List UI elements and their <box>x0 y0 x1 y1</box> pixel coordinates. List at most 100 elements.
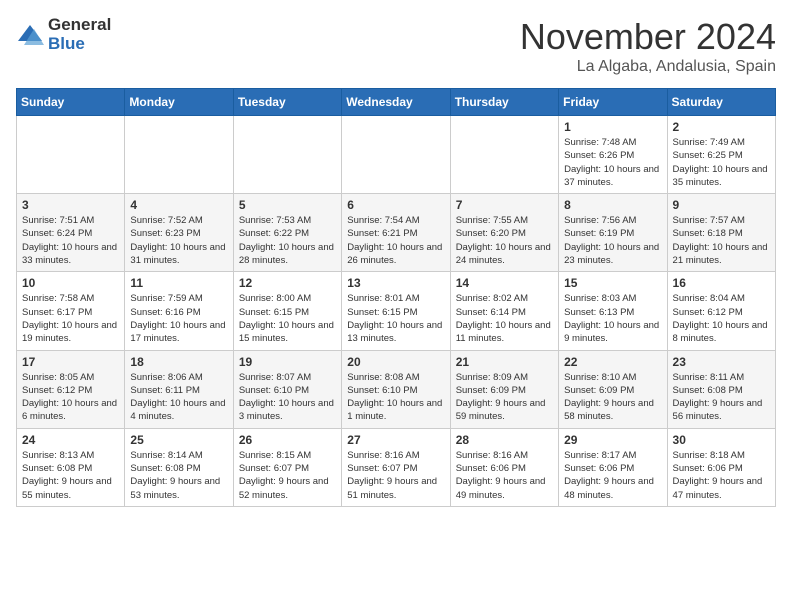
day-info: Sunrise: 8:17 AM Sunset: 6:06 PM Dayligh… <box>564 449 661 502</box>
day-info: Sunrise: 8:07 AM Sunset: 6:10 PM Dayligh… <box>239 371 336 424</box>
calendar-cell <box>233 116 341 194</box>
calendar-cell: 11 Sunrise: 7:59 AM Sunset: 6:16 PM Dayli… <box>125 272 233 350</box>
calendar-cell: 25 Sunrise: 8:14 AM Sunset: 6:08 PM Dayli… <box>125 428 233 506</box>
day-number: 15 <box>564 276 661 290</box>
calendar-cell: 16Sunrise: 8:04 AM Sunset: 6:12 PM Dayli… <box>667 272 775 350</box>
calendar-cell <box>17 116 125 194</box>
day-info: Sunrise: 7:59 AM Sunset: 6:16 PM Dayligh… <box>130 292 227 345</box>
calendar-cell: 2Sunrise: 7:49 AM Sunset: 6:25 PM Daylig… <box>667 116 775 194</box>
day-info: Sunrise: 7:55 AM Sunset: 6:20 PM Dayligh… <box>456 214 553 267</box>
weekday-header-thursday: Thursday <box>450 89 558 116</box>
day-number: 14 <box>456 276 553 290</box>
day-info: Sunrise: 8:09 AM Sunset: 6:09 PM Dayligh… <box>456 371 553 424</box>
calendar-cell: 18 Sunrise: 8:06 AM Sunset: 6:11 PM Dayli… <box>125 350 233 428</box>
day-info: Sunrise: 7:58 AM Sunset: 6:17 PM Dayligh… <box>22 292 119 345</box>
day-info: Sunrise: 8:00 AM Sunset: 6:15 PM Dayligh… <box>239 292 336 345</box>
page-header: General Blue November 2024 La Algaba, An… <box>16 16 776 76</box>
day-number: 24 <box>22 433 119 447</box>
calendar-cell <box>450 116 558 194</box>
calendar-cell: 10 Sunrise: 7:58 AM Sunset: 6:17 PM Dayli… <box>17 272 125 350</box>
weekday-header-tuesday: Tuesday <box>233 89 341 116</box>
calendar-cell: 1Sunrise: 7:48 AM Sunset: 6:26 PM Daylig… <box>559 116 667 194</box>
logo-text: General Blue <box>48 16 111 53</box>
calendar-week-1: 1Sunrise: 7:48 AM Sunset: 6:26 PM Daylig… <box>17 116 776 194</box>
day-info: Sunrise: 8:03 AM Sunset: 6:13 PM Dayligh… <box>564 292 661 345</box>
day-number: 27 <box>347 433 444 447</box>
calendar-cell: 23 Sunrise: 8:11 AM Sunset: 6:08 PM Dayli… <box>667 350 775 428</box>
day-number: 17 <box>22 355 119 369</box>
weekday-header-wednesday: Wednesday <box>342 89 450 116</box>
day-number: 5 <box>239 198 336 212</box>
weekday-header-monday: Monday <box>125 89 233 116</box>
day-number: 21 <box>456 355 553 369</box>
logo-blue: Blue <box>48 35 111 54</box>
day-number: 12 <box>239 276 336 290</box>
calendar-cell: 26 Sunrise: 8:15 AM Sunset: 6:07 PM Dayli… <box>233 428 341 506</box>
day-info: Sunrise: 7:49 AM Sunset: 6:25 PM Dayligh… <box>673 136 770 189</box>
calendar-cell: 17 Sunrise: 8:05 AM Sunset: 6:12 PM Dayli… <box>17 350 125 428</box>
logo-icon <box>16 21 44 49</box>
day-info: Sunrise: 8:04 AM Sunset: 6:12 PM Dayligh… <box>673 292 770 345</box>
day-number: 29 <box>564 433 661 447</box>
day-number: 19 <box>239 355 336 369</box>
day-number: 22 <box>564 355 661 369</box>
day-number: 8 <box>564 198 661 212</box>
day-number: 10 <box>22 276 119 290</box>
location: La Algaba, Andalusia, Spain <box>520 58 776 76</box>
calendar-cell: 12 Sunrise: 8:00 AM Sunset: 6:15 PM Dayli… <box>233 272 341 350</box>
day-info: Sunrise: 8:13 AM Sunset: 6:08 PM Dayligh… <box>22 449 119 502</box>
calendar-header-row: SundayMondayTuesdayWednesdayThursdayFrid… <box>17 89 776 116</box>
month-title: November 2024 <box>520 16 776 58</box>
calendar-cell: 21 Sunrise: 8:09 AM Sunset: 6:09 PM Dayli… <box>450 350 558 428</box>
calendar-cell: 8 Sunrise: 7:56 AM Sunset: 6:19 PM Daylig… <box>559 194 667 272</box>
calendar-week-2: 3Sunrise: 7:51 AM Sunset: 6:24 PM Daylig… <box>17 194 776 272</box>
day-number: 30 <box>673 433 770 447</box>
day-info: Sunrise: 8:01 AM Sunset: 6:15 PM Dayligh… <box>347 292 444 345</box>
day-info: Sunrise: 8:16 AM Sunset: 6:06 PM Dayligh… <box>456 449 553 502</box>
day-info: Sunrise: 8:11 AM Sunset: 6:08 PM Dayligh… <box>673 371 770 424</box>
day-info: Sunrise: 8:16 AM Sunset: 6:07 PM Dayligh… <box>347 449 444 502</box>
day-info: Sunrise: 8:14 AM Sunset: 6:08 PM Dayligh… <box>130 449 227 502</box>
calendar-cell: 30 Sunrise: 8:18 AM Sunset: 6:06 PM Dayli… <box>667 428 775 506</box>
day-info: Sunrise: 7:56 AM Sunset: 6:19 PM Dayligh… <box>564 214 661 267</box>
calendar-cell: 27 Sunrise: 8:16 AM Sunset: 6:07 PM Dayli… <box>342 428 450 506</box>
day-number: 9 <box>673 198 770 212</box>
calendar-week-4: 17 Sunrise: 8:05 AM Sunset: 6:12 PM Dayli… <box>17 350 776 428</box>
day-info: Sunrise: 8:06 AM Sunset: 6:11 PM Dayligh… <box>130 371 227 424</box>
weekday-header-saturday: Saturday <box>667 89 775 116</box>
calendar-cell: 14Sunrise: 8:02 AM Sunset: 6:14 PM Dayli… <box>450 272 558 350</box>
day-number: 6 <box>347 198 444 212</box>
calendar-cell: 24 Sunrise: 8:13 AM Sunset: 6:08 PM Dayli… <box>17 428 125 506</box>
calendar-cell: 3Sunrise: 7:51 AM Sunset: 6:24 PM Daylig… <box>17 194 125 272</box>
calendar-cell: 28 Sunrise: 8:16 AM Sunset: 6:06 PM Dayli… <box>450 428 558 506</box>
calendar-cell: 29 Sunrise: 8:17 AM Sunset: 6:06 PM Dayli… <box>559 428 667 506</box>
calendar-cell: 7Sunrise: 7:55 AM Sunset: 6:20 PM Daylig… <box>450 194 558 272</box>
day-info: Sunrise: 8:15 AM Sunset: 6:07 PM Dayligh… <box>239 449 336 502</box>
day-number: 28 <box>456 433 553 447</box>
calendar-cell: 22 Sunrise: 8:10 AM Sunset: 6:09 PM Dayli… <box>559 350 667 428</box>
calendar-week-3: 10 Sunrise: 7:58 AM Sunset: 6:17 PM Dayli… <box>17 272 776 350</box>
day-number: 23 <box>673 355 770 369</box>
day-number: 26 <box>239 433 336 447</box>
day-number: 18 <box>130 355 227 369</box>
calendar-cell: 9Sunrise: 7:57 AM Sunset: 6:18 PM Daylig… <box>667 194 775 272</box>
day-number: 1 <box>564 120 661 134</box>
calendar-cell: 15 Sunrise: 8:03 AM Sunset: 6:13 PM Dayli… <box>559 272 667 350</box>
day-info: Sunrise: 8:10 AM Sunset: 6:09 PM Dayligh… <box>564 371 661 424</box>
calendar-cell <box>342 116 450 194</box>
day-number: 11 <box>130 276 227 290</box>
day-info: Sunrise: 8:08 AM Sunset: 6:10 PM Dayligh… <box>347 371 444 424</box>
day-info: Sunrise: 8:18 AM Sunset: 6:06 PM Dayligh… <box>673 449 770 502</box>
calendar: SundayMondayTuesdayWednesdayThursdayFrid… <box>16 88 776 507</box>
day-number: 13 <box>347 276 444 290</box>
calendar-cell: 19 Sunrise: 8:07 AM Sunset: 6:10 PM Dayli… <box>233 350 341 428</box>
day-number: 4 <box>130 198 227 212</box>
title-block: November 2024 La Algaba, Andalusia, Spai… <box>520 16 776 76</box>
calendar-cell: 20Sunrise: 8:08 AM Sunset: 6:10 PM Dayli… <box>342 350 450 428</box>
logo: General Blue <box>16 16 111 53</box>
calendar-cell <box>125 116 233 194</box>
calendar-cell: 6Sunrise: 7:54 AM Sunset: 6:21 PM Daylig… <box>342 194 450 272</box>
calendar-cell: 4Sunrise: 7:52 AM Sunset: 6:23 PM Daylig… <box>125 194 233 272</box>
day-number: 25 <box>130 433 227 447</box>
day-info: Sunrise: 8:05 AM Sunset: 6:12 PM Dayligh… <box>22 371 119 424</box>
